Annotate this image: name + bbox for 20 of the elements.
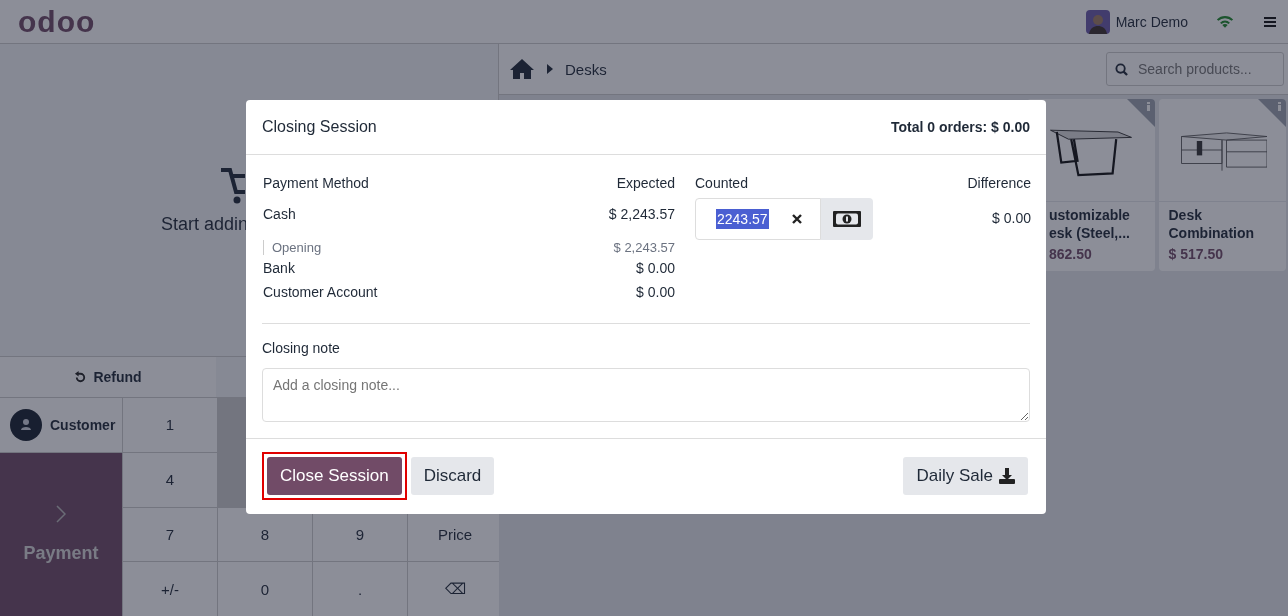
opening-amount: $ 2,243.57 xyxy=(612,239,675,255)
payment-method: Bank xyxy=(263,258,296,278)
column-header: Expected xyxy=(615,173,675,193)
payment-method: Customer Account xyxy=(263,282,379,302)
product-price: $ 517.50 xyxy=(1167,245,1224,264)
empty-cart-message: Start addin xyxy=(161,213,249,235)
product-name: Desk Combination xyxy=(1167,206,1256,242)
orders-total: Total 0 orders: $ 0.00 xyxy=(891,118,1030,135)
expected-amount: $ 0.00 xyxy=(635,284,675,301)
expected-amount: $ 0.00 xyxy=(635,260,675,277)
expected-amount: $ 2,243.57 xyxy=(607,206,675,223)
column-header: Counted xyxy=(694,173,749,193)
opening-label: Opening xyxy=(263,239,483,255)
logo: odoo xyxy=(18,4,96,39)
column-header: Payment Method xyxy=(263,173,370,193)
note-label: Closing note xyxy=(262,339,341,356)
payment-method: Cash xyxy=(263,204,297,224)
dialog-title: Closing Session xyxy=(262,117,377,136)
product-price: 862.50 xyxy=(1048,245,1093,264)
counted-value: 2243.57 xyxy=(716,208,769,229)
